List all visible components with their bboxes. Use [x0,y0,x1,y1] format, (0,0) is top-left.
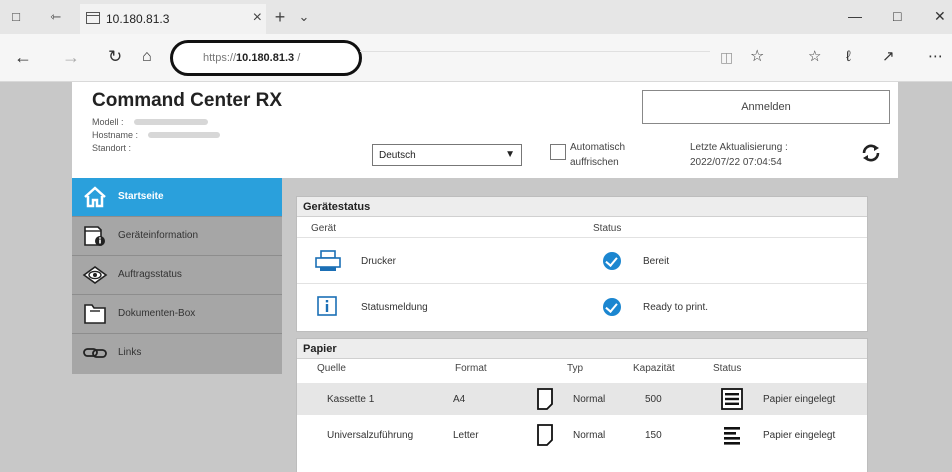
paper-panel: Papier Quelle Format Typ Kapazität Statu… [296,338,868,472]
paper-type: Normal [573,394,606,405]
paper-capacity: 150 [645,430,662,441]
refresh-page-icon[interactable]: ↻ [108,47,122,67]
paper-capacity: 500 [645,394,662,405]
close-window-icon[interactable]: ✕ [934,8,946,25]
model-label: Modell : [92,117,124,127]
hostname-value-redacted [148,132,220,138]
sidebar-item-device-info[interactable]: Geräteinformation [72,217,282,256]
printer-icon [315,250,341,271]
chevron-down-icon: ▼ [505,149,515,160]
sidebar: Startseite Geräteinformation Auftragssta… [72,178,282,374]
paper-level-full-icon [724,427,740,445]
col-format: Format [455,363,487,374]
info-icon [317,296,337,316]
address-bar[interactable]: https://10.180.81.3 / [170,40,362,76]
col-type: Typ [567,363,584,374]
paper-format: A4 [453,394,466,405]
device-status-title: Gerätestatus [297,197,867,217]
page-header: Command Center RX Modell : Hostname : St… [72,82,898,178]
status-text: Bereit [643,256,670,267]
more-icon[interactable]: ⋯ [928,47,943,67]
browser-tab[interactable]: 10.180.81.3 × [80,4,266,34]
sidebar-item-links[interactable]: Links [72,334,282,373]
reading-view-icon[interactable]: ◫ [720,47,733,67]
col-status: Status [593,223,622,234]
paper-source: Kassette 1 [327,394,375,405]
auto-refresh-checkbox[interactable] [550,144,566,160]
paper-sheet-icon [537,388,553,410]
forward-icon[interactable]: → [62,47,80,67]
sidebar-item-label: Auftragsstatus [118,269,182,280]
tab-title: 10.180.81.3 [106,12,170,26]
language-value: Deutsch [379,150,416,161]
col-status: Status [713,363,742,374]
hostname-label: Hostname : [92,130,139,140]
table-row: Universalzuführung Letter Normal 150 Pap… [297,419,867,451]
close-tab-icon[interactable]: × [253,9,262,27]
app-title: Command Center RX [92,90,283,111]
minimize-icon[interactable]: — [848,8,862,24]
col-capacity: Kapazität [633,363,675,374]
folder-icon [84,304,106,324]
device-info-icon [84,226,105,246]
page-icon [86,12,100,24]
sidebar-item-label: Geräteinformation [118,230,199,241]
language-select[interactable]: Deutsch ▼ [372,144,522,166]
share-icon[interactable]: ↗ [882,47,895,67]
main-content: Gerätestatus Gerät Status Drucker Bereit [282,178,898,472]
sidebar-item-document-box[interactable]: Dokumenten-Box [72,295,282,334]
back-icon[interactable]: ← [14,47,32,67]
col-device: Gerät [311,223,337,234]
maximize-icon[interactable]: □ [893,8,901,24]
device-name: Statusmeldung [361,302,428,313]
paper-type: Normal [573,430,606,441]
paper-sheet-icon [537,424,553,446]
home-button-icon[interactable]: ⌂ [142,47,152,67]
paper-title: Papier [297,339,867,359]
status-ok-icon [603,298,621,316]
table-row: Statusmeldung Ready to print. [297,283,867,331]
sidebar-item-label: Startseite [118,191,164,202]
col-source: Quelle [317,363,346,374]
new-tab-icon[interactable]: + [272,8,288,26]
favorite-star-icon[interactable]: ☆ [750,47,764,67]
paper-format: Letter [453,430,479,441]
device-status-panel: Gerätestatus Gerät Status Drucker Bereit [296,196,868,332]
last-update: Letzte Aktualisierung : 2022/07/22 07:04… [690,142,788,168]
page-area: Command Center RX Modell : Hostname : St… [0,82,952,472]
paper-status: Papier eingelegt [763,394,836,405]
home-icon [84,186,106,208]
tab-bar: □ ⇽ 10.180.81.3 × + ⌄ — □ ✕ [0,0,952,34]
device-name: Drucker [361,256,397,267]
eye-icon [82,266,108,284]
table-row: Kassette 1 A4 Normal 500 Papier eingeleg… [297,383,867,415]
sidebar-item-job-status[interactable]: Auftragsstatus [72,256,282,295]
tab-actions-icon[interactable]: □ [8,9,24,25]
refresh-icon[interactable] [860,142,882,164]
sidebar-item-label: Links [118,347,142,358]
status-text: Ready to print. [643,302,709,313]
favorites-list-icon[interactable]: ☆ [808,47,821,67]
link-icon [83,348,107,358]
navigation-bar: ← → ↻ ⌂ https://10.180.81.3 / ◫ ☆ ☆ ℓ ↗ … [0,34,952,82]
paper-status: Papier eingelegt [763,430,836,441]
table-row: Drucker Bereit [297,237,867,283]
address-divider [360,51,710,52]
sidebar-item-label: Dokumenten-Box [118,308,196,319]
paper-source: Universalzuführung [327,430,414,441]
status-ok-icon [603,252,621,270]
sidebar-item-home[interactable]: Startseite [72,178,282,217]
auto-refresh-label: Automatisch auffrischen [570,142,626,168]
paper-level-full-icon [721,388,743,410]
model-value-redacted [134,119,208,125]
location-label: Standort : [92,143,132,153]
set-aside-tabs-icon[interactable]: ⇽ [48,9,64,25]
tab-list-chevron-icon[interactable]: ⌄ [296,9,312,25]
pen-icon[interactable]: ℓ [846,47,851,67]
url-text: https://10.180.81.3 / [203,52,301,64]
login-button[interactable]: Anmelden [642,90,890,124]
